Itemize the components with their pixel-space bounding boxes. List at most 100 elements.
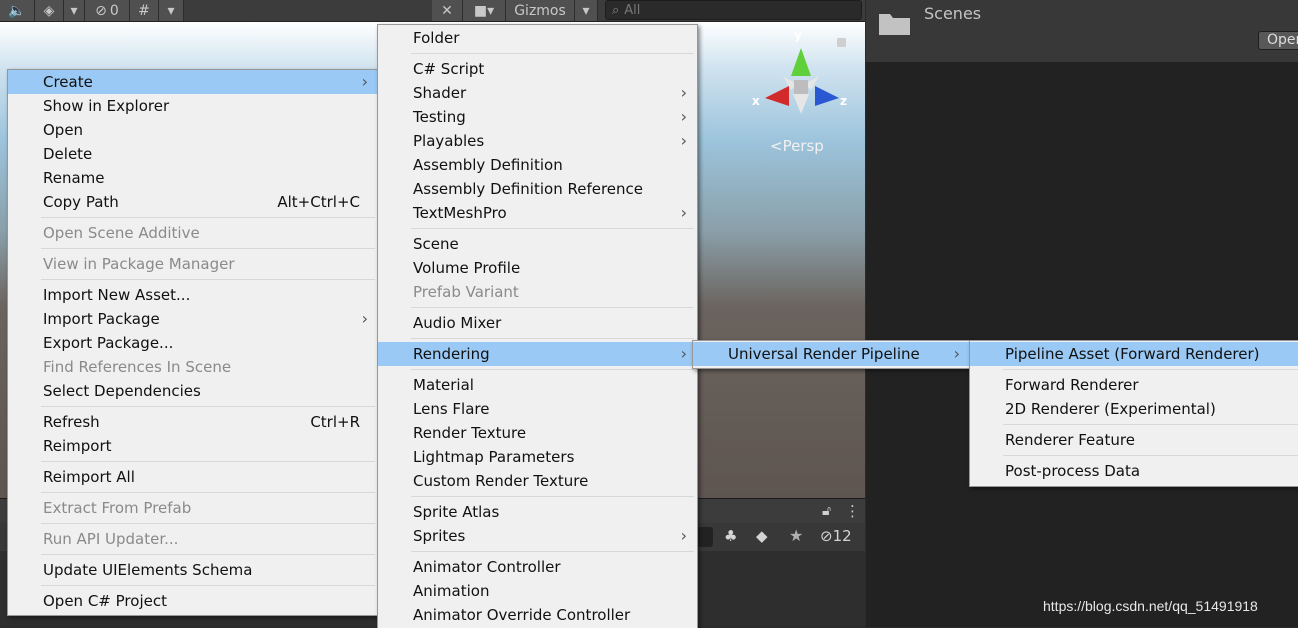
star-icon[interactable]: ★ <box>789 526 803 545</box>
shapes-icon[interactable]: ♣ <box>724 527 737 545</box>
menu-item-assembly-definition-reference[interactable]: Assembly Definition Reference <box>378 177 697 201</box>
menu-item-playables[interactable]: Playables › <box>378 129 697 153</box>
menu-item-show-in-explorer[interactable]: Show in Explorer <box>8 94 378 118</box>
layers-icon: ◈ <box>43 2 55 19</box>
urp-submenu: Pipeline Asset (Forward Renderer) Forwar… <box>969 340 1298 487</box>
audio-toggle-button[interactable]: 🔈 <box>0 0 35 21</box>
menu-item-assembly-definition[interactable]: Assembly Definition <box>378 153 697 177</box>
axis-y-label: y <box>794 28 802 42</box>
gizmos-button[interactable]: Gizmos <box>506 0 575 21</box>
chevron-right-icon: › <box>361 72 368 91</box>
lock-icon <box>837 38 846 47</box>
menu-item-open-csharp-project[interactable]: Open C# Project <box>8 589 378 613</box>
effects-dropdown[interactable]: ▾ <box>64 0 85 21</box>
menu-separator <box>411 53 694 54</box>
menu-separator <box>41 461 375 462</box>
menu-item-update-uielements-schema[interactable]: Update UIElements Schema <box>8 558 378 582</box>
menu-item-animator-override-controller[interactable]: Animator Override Controller <box>378 603 697 627</box>
menu-separator <box>41 523 375 524</box>
menu-separator <box>41 492 375 493</box>
menu-item-open[interactable]: Open <box>8 118 378 142</box>
menu-item-run-api-updater: Run API Updater... <box>43 530 179 548</box>
menu-item-forward-renderer[interactable]: Forward Renderer <box>970 373 1298 397</box>
menu-item-rename[interactable]: Rename <box>8 166 378 190</box>
grid-dropdown[interactable]: ▾ <box>159 0 184 21</box>
scene-toolbar: 🔈 ◈ ▾ ⊘ 0 # ▾ ✕ ■▾ Gizmos ▾ ⌕ All <box>0 0 865 22</box>
menu-separator <box>41 217 375 218</box>
menu-item-pipeline-asset[interactable]: Pipeline Asset (Forward Renderer) <box>970 342 1298 366</box>
menu-separator <box>411 496 694 497</box>
menu-item-material[interactable]: Material <box>378 373 697 397</box>
chevron-right-icon: › <box>680 107 687 126</box>
menu-item-lens-flare[interactable]: Lens Flare <box>378 397 697 421</box>
lock-icon[interactable]: 🔓︎ <box>822 503 831 519</box>
menu-item-lightmap-parameters[interactable]: Lightmap Parameters <box>378 445 697 469</box>
menu-separator <box>41 248 375 249</box>
open-button[interactable]: Open <box>1258 31 1298 50</box>
search-input[interactable]: ⌕ All <box>605 0 862 20</box>
effects-button[interactable]: ◈ <box>35 0 64 21</box>
menu-item-volume-profile[interactable]: Volume Profile <box>378 256 697 280</box>
folder-icon <box>879 14 910 35</box>
menu-item-post-process-data[interactable]: Post-process Data <box>970 459 1298 483</box>
menu-item-animator-controller[interactable]: Animator Controller <box>378 555 697 579</box>
menu-item-renderer-feature[interactable]: Renderer Feature <box>970 428 1298 452</box>
menu-item-folder[interactable]: Folder <box>378 26 697 50</box>
menu-item-refresh[interactable]: Refresh Ctrl+R <box>8 410 378 434</box>
hidden-count-button[interactable]: ⊘12 <box>820 527 852 545</box>
menu-item-2d-renderer[interactable]: 2D Renderer (Experimental) <box>970 397 1298 421</box>
projection-toggle[interactable]: <Persp <box>770 137 824 155</box>
menu-separator <box>411 228 694 229</box>
folder-name[interactable]: Scenes <box>924 4 981 23</box>
menu-item-import-package[interactable]: Import Package › <box>8 307 378 331</box>
menu-separator <box>41 585 375 586</box>
shortcut-label: Ctrl+R <box>310 413 360 431</box>
menu-item-open-scene-additive: Open Scene Additive <box>43 224 200 242</box>
menu-item-reimport-all[interactable]: Reimport All <box>8 465 378 489</box>
menu-item-audio-mixer[interactable]: Audio Mixer <box>378 311 697 335</box>
axis-y-cone <box>791 48 811 76</box>
menu-item-find-references: Find References In Scene <box>43 358 232 376</box>
menu-item-csharp-script[interactable]: C# Script <box>378 57 697 81</box>
menu-item-textmeshpro[interactable]: TextMeshPro › <box>378 201 697 225</box>
axis-neg-y-cone <box>793 94 809 114</box>
menu-item-scene[interactable]: Scene <box>378 232 697 256</box>
tag-icon[interactable]: ◆ <box>756 527 768 545</box>
menu-item-universal-render-pipeline[interactable]: Universal Render Pipeline › <box>693 342 970 366</box>
menu-item-prefab-variant: Prefab Variant <box>413 283 519 301</box>
tools-button[interactable]: ✕ <box>432 0 463 21</box>
eye-slash-icon: ⊘ <box>95 2 107 19</box>
menu-item-view-in-package-manager: View in Package Manager <box>43 255 235 273</box>
menu-item-delete[interactable]: Delete <box>8 142 378 166</box>
chevron-down-icon: ▾ <box>582 2 590 19</box>
gizmo-center-cube <box>794 80 808 94</box>
menu-item-custom-render-texture[interactable]: Custom Render Texture <box>378 469 697 493</box>
menu-separator <box>41 279 375 280</box>
menu-item-copy-path[interactable]: Copy Path Alt+Ctrl+C <box>8 190 378 214</box>
chevron-right-icon: › <box>680 131 687 150</box>
grid-button[interactable]: # <box>130 0 159 21</box>
menu-item-select-dependencies[interactable]: Select Dependencies <box>8 379 378 403</box>
visibility-count: 0 <box>109 2 119 19</box>
menu-item-sprites[interactable]: Sprites › <box>378 524 697 548</box>
camera-button[interactable]: ■▾ <box>463 0 506 21</box>
menu-item-rendering[interactable]: Rendering › <box>378 342 697 366</box>
menu-item-animation[interactable]: Animation <box>378 579 697 603</box>
scene-gizmo[interactable] <box>745 28 865 128</box>
menu-item-shader[interactable]: Shader › <box>378 81 697 105</box>
menu-item-render-texture[interactable]: Render Texture <box>378 421 697 445</box>
scene-visibility-button[interactable]: ⊘ 0 <box>85 0 130 21</box>
more-options-icon[interactable]: ⋮ <box>845 502 860 520</box>
menu-item-reimport[interactable]: Reimport <box>8 434 378 458</box>
menu-item-export-package[interactable]: Export Package... <box>8 331 378 355</box>
tools-icon: ✕ <box>441 2 453 19</box>
menu-item-sprite-atlas[interactable]: Sprite Atlas <box>378 500 697 524</box>
gizmos-dropdown[interactable]: ▾ <box>575 0 598 21</box>
grid-icon: # <box>138 2 150 19</box>
chevron-right-icon: › <box>680 344 687 363</box>
menu-item-import-new-asset[interactable]: Import New Asset... <box>8 283 378 307</box>
shortcut-label: Alt+Ctrl+C <box>277 193 360 211</box>
project-panel <box>866 0 1298 627</box>
menu-item-testing[interactable]: Testing › <box>378 105 697 129</box>
menu-item-create[interactable]: Create › <box>8 70 378 94</box>
